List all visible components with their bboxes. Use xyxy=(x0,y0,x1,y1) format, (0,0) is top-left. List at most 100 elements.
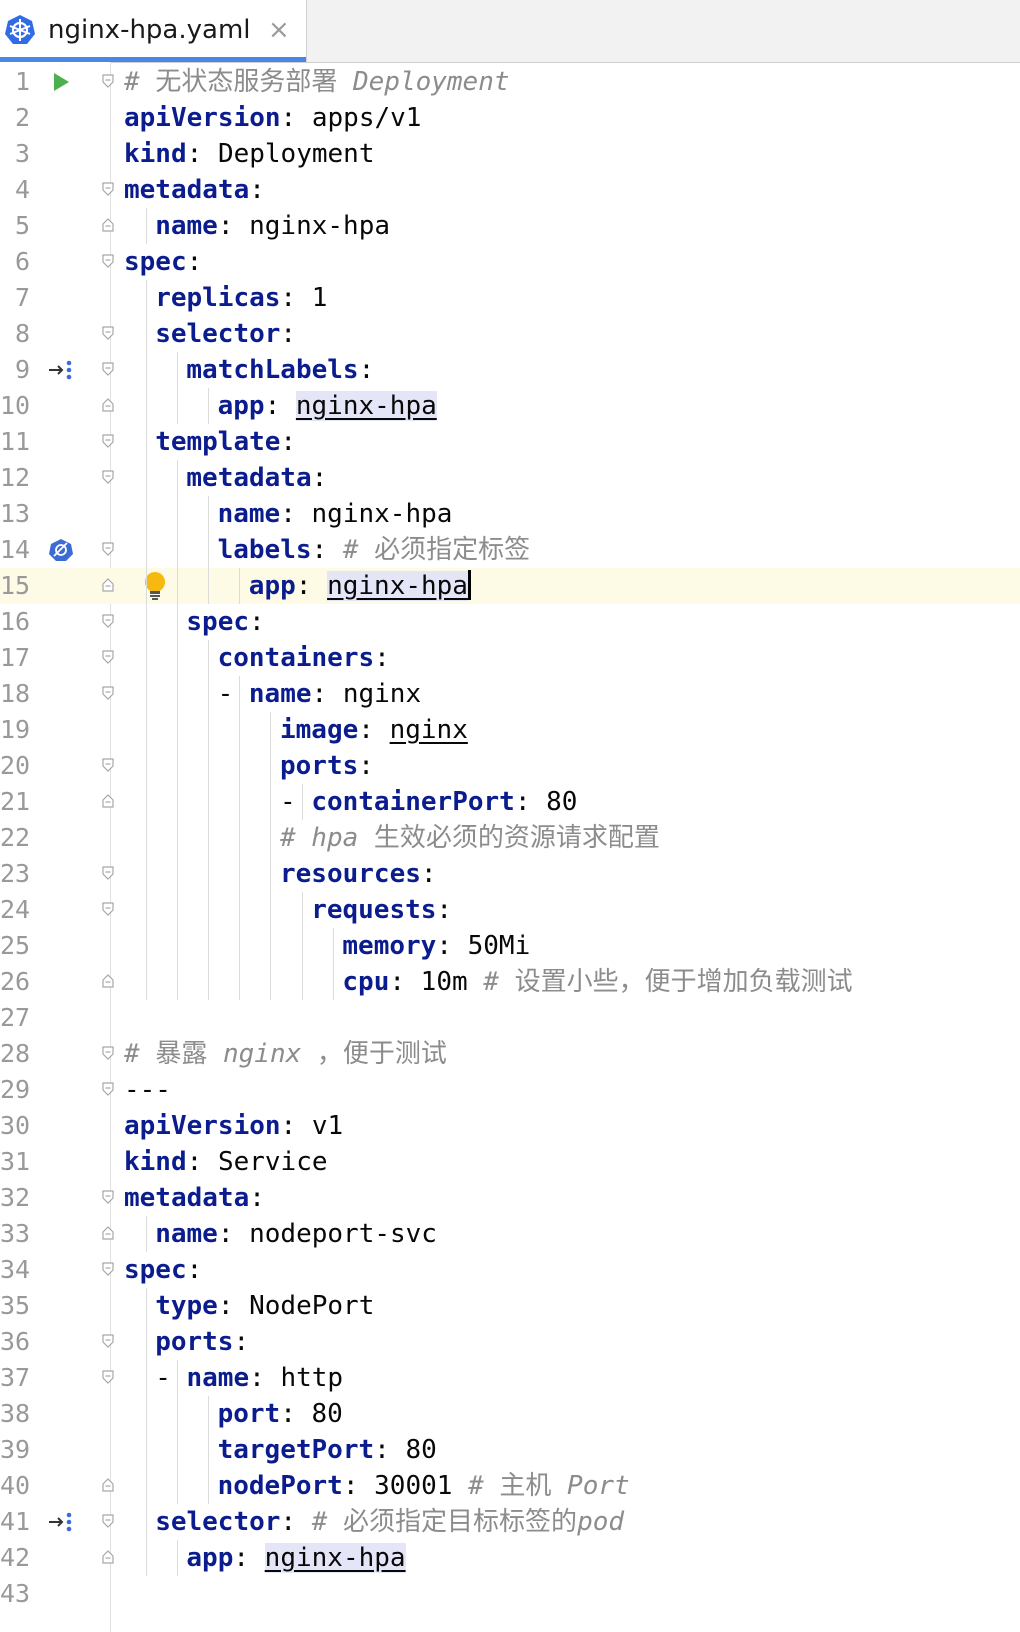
code-text[interactable]: spec: xyxy=(186,604,264,640)
code-line[interactable]: 11 template: xyxy=(0,424,1020,460)
fold-close-icon[interactable] xyxy=(102,794,114,808)
code-line[interactable]: 14 labels: # 必须指定标签 xyxy=(0,532,1020,568)
code-text[interactable]: apiVersion: apps/v1 xyxy=(124,100,421,136)
lightbulb-icon[interactable] xyxy=(140,570,170,602)
code-line[interactable]: 13 name: nginx-hpa xyxy=(0,496,1020,532)
code-text[interactable]: labels: # 必须指定标签 xyxy=(218,532,531,568)
code-text[interactable]: # hpa 生效必须的资源请求配置 xyxy=(280,820,660,856)
fold-open-icon[interactable] xyxy=(102,1514,114,1528)
fold-open-icon[interactable] xyxy=(102,542,114,556)
code-line[interactable]: 26 cpu: 10m # 设置小些，便于增加负载测试 xyxy=(0,964,1020,1000)
fold-open-icon[interactable] xyxy=(102,902,114,916)
code-line[interactable]: 38 port: 80 xyxy=(0,1396,1020,1432)
code-line[interactable]: 29 --- xyxy=(0,1072,1020,1108)
code-line[interactable]: 9 matchLabels: xyxy=(0,352,1020,388)
fold-open-icon[interactable] xyxy=(102,1190,114,1204)
code-text[interactable]: ports: xyxy=(280,748,374,784)
code-text[interactable]: selector: xyxy=(155,316,296,352)
fold-open-icon[interactable] xyxy=(102,866,114,880)
fold-open-icon[interactable] xyxy=(102,614,114,628)
code-text[interactable]: ports: xyxy=(155,1324,249,1360)
code-text[interactable]: app: nginx-hpa xyxy=(249,568,471,604)
code-line[interactable]: 32 metadata: xyxy=(0,1180,1020,1216)
code-line[interactable]: 17 containers: xyxy=(0,640,1020,676)
code-text[interactable]: containers: xyxy=(218,640,390,676)
code-line[interactable]: 36 ports: xyxy=(0,1324,1020,1360)
code-line[interactable]: 4 metadata: xyxy=(0,172,1020,208)
fold-open-icon[interactable] xyxy=(102,1262,114,1276)
code-line[interactable]: 25 memory: 50Mi xyxy=(0,928,1020,964)
code-text[interactable]: template: xyxy=(155,424,296,460)
fold-close-icon[interactable] xyxy=(102,578,114,592)
close-icon[interactable]: × xyxy=(268,16,290,44)
code-text[interactable]: apiVersion: v1 xyxy=(124,1108,343,1144)
code-line[interactable]: 1 # 无状态服务部署 Deployment xyxy=(0,64,1020,100)
code-text[interactable]: --- xyxy=(124,1072,171,1108)
kube-service-icon[interactable] xyxy=(48,537,74,563)
fold-open-icon[interactable] xyxy=(102,470,114,484)
code-text[interactable]: requests: xyxy=(311,892,452,928)
code-line[interactable]: 33 name: nodeport-svc xyxy=(0,1216,1020,1252)
fold-close-icon[interactable] xyxy=(102,1226,114,1240)
fold-close-icon[interactable] xyxy=(102,1550,114,1564)
code-text[interactable]: - name: http xyxy=(155,1360,343,1396)
code-text[interactable]: spec: xyxy=(124,1252,202,1288)
code-line[interactable]: 12 metadata: xyxy=(0,460,1020,496)
code-line[interactable]: 31 kind: Service xyxy=(0,1144,1020,1180)
code-line[interactable]: 8 selector: xyxy=(0,316,1020,352)
file-tab[interactable]: nginx-hpa.yaml × xyxy=(0,0,307,62)
code-text[interactable]: app: nginx-hpa xyxy=(218,388,437,424)
fold-open-icon[interactable] xyxy=(102,1334,114,1348)
code-text[interactable]: app: nginx-hpa xyxy=(186,1540,406,1576)
code-text[interactable]: type: NodePort xyxy=(155,1288,374,1324)
fold-open-icon[interactable] xyxy=(102,1370,114,1384)
fold-open-icon[interactable] xyxy=(102,1082,114,1096)
code-line[interactable]: 20 ports: xyxy=(0,748,1020,784)
code-line[interactable]: 27 xyxy=(0,1000,1020,1036)
code-text[interactable]: # 暴露 nginx ，便于测试 xyxy=(124,1036,447,1072)
fold-close-icon[interactable] xyxy=(102,218,114,232)
code-text[interactable]: port: 80 xyxy=(218,1396,343,1432)
code-text[interactable]: resources: xyxy=(280,856,437,892)
code-line[interactable]: 18 - name: nginx xyxy=(0,676,1020,712)
code-line[interactable]: 23 resources: xyxy=(0,856,1020,892)
code-text[interactable]: replicas: 1 xyxy=(155,280,327,316)
fold-open-icon[interactable] xyxy=(102,326,114,340)
code-text[interactable]: kind: Deployment xyxy=(124,136,374,172)
fold-open-icon[interactable] xyxy=(102,758,114,772)
fold-open-icon[interactable] xyxy=(102,182,114,196)
code-line[interactable]: 37 - name: http xyxy=(0,1360,1020,1396)
code-text[interactable]: name: nginx-hpa xyxy=(155,208,390,244)
run-icon[interactable] xyxy=(48,69,74,95)
code-line[interactable]: 2 apiVersion: apps/v1 xyxy=(0,100,1020,136)
navigate-arrow-icon[interactable] xyxy=(48,357,74,383)
code-line[interactable]: 42 app: nginx-hpa xyxy=(0,1540,1020,1576)
fold-open-icon[interactable] xyxy=(102,74,114,88)
code-text[interactable]: matchLabels: xyxy=(186,352,374,388)
code-text[interactable]: metadata: xyxy=(124,1180,265,1216)
code-text[interactable]: selector: # 必须指定目标标签的pod xyxy=(155,1504,624,1540)
code-line[interactable]: 35 type: NodePort xyxy=(0,1288,1020,1324)
code-text[interactable]: # 无状态服务部署 Deployment xyxy=(124,64,510,100)
code-text[interactable]: metadata: xyxy=(186,460,327,496)
code-line[interactable]: 40 nodePort: 30001 # 主机 Port xyxy=(0,1468,1020,1504)
code-text[interactable]: targetPort: 80 xyxy=(218,1432,437,1468)
code-line[interactable]: 41 selector: # 必须指定目标标签的pod xyxy=(0,1504,1020,1540)
code-text[interactable]: spec: xyxy=(124,244,202,280)
code-line[interactable]: 6 spec: xyxy=(0,244,1020,280)
code-line[interactable]: 15 app: nginx-hpa xyxy=(0,568,1020,604)
fold-open-icon[interactable] xyxy=(102,254,114,268)
code-line[interactable]: 21 - containerPort: 80 xyxy=(0,784,1020,820)
code-line[interactable]: 39 targetPort: 80 xyxy=(0,1432,1020,1468)
code-line[interactable]: 7 replicas: 1 xyxy=(0,280,1020,316)
code-text[interactable]: name: nodeport-svc xyxy=(155,1216,437,1252)
code-line[interactable]: 10 app: nginx-hpa xyxy=(0,388,1020,424)
code-line[interactable]: 28 # 暴露 nginx ，便于测试 xyxy=(0,1036,1020,1072)
fold-open-icon[interactable] xyxy=(102,434,114,448)
code-line[interactable]: 43 xyxy=(0,1576,1020,1612)
code-text[interactable]: name: nginx-hpa xyxy=(218,496,453,532)
navigate-arrow-icon[interactable] xyxy=(48,1509,74,1535)
code-text[interactable]: - containerPort: 80 xyxy=(280,784,577,820)
fold-open-icon[interactable] xyxy=(102,686,114,700)
fold-open-icon[interactable] xyxy=(102,650,114,664)
